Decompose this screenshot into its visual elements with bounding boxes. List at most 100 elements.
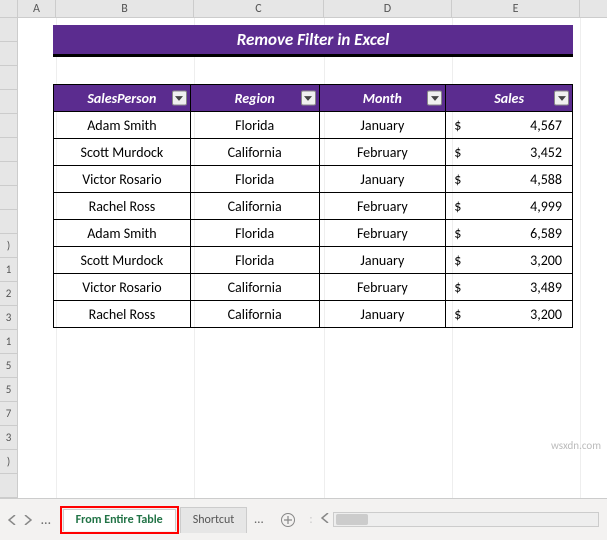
sales-table: SalesPerson Region Month <box>53 84 573 328</box>
col-month: Month <box>319 85 446 112</box>
filter-button[interactable] <box>172 91 187 106</box>
row-header[interactable]: 3 <box>0 426 18 450</box>
watermark: wsxdn.com <box>551 439 601 452</box>
cell-month[interactable]: February <box>319 220 446 247</box>
cell-region[interactable]: California <box>190 274 319 301</box>
row-header[interactable]: 5 <box>0 354 18 378</box>
cell-sales[interactable]: $4,567 <box>446 112 573 139</box>
row-header[interactable] <box>0 210 18 234</box>
sheet-tab-active[interactable]: From Entire Table <box>63 509 176 531</box>
row-header[interactable] <box>0 162 18 186</box>
sheet-tabs-bar: … From Entire Table Shortcut … : <box>0 498 607 540</box>
row-header[interactable] <box>0 42 18 66</box>
cell-sales[interactable]: $6,589 <box>446 220 573 247</box>
chevron-left-icon <box>321 513 329 523</box>
add-sheet-button[interactable] <box>275 512 301 528</box>
sheet-nav-prev[interactable] <box>6 513 18 527</box>
scrollbar-thumb[interactable] <box>336 514 368 525</box>
row-header[interactable]: 5 <box>0 378 18 402</box>
table-row: Adam SmithFloridaJanuary$4,567 <box>54 112 573 139</box>
row-header[interactable]: ) <box>0 450 18 474</box>
cell-person[interactable]: Victor Rosario <box>54 166 191 193</box>
cell-person[interactable]: Scott Murdock <box>54 247 191 274</box>
cell-sales[interactable]: $4,588 <box>446 166 573 193</box>
horizontal-scrollbar[interactable] <box>333 512 599 527</box>
cell-person[interactable]: Victor Rosario <box>54 274 191 301</box>
cell-sales[interactable]: $3,200 <box>446 301 573 328</box>
row-header[interactable] <box>0 138 18 162</box>
cell-region[interactable]: Florida <box>190 112 319 139</box>
col-header-d[interactable]: D <box>324 0 452 17</box>
cell-month[interactable]: February <box>319 193 446 220</box>
col-sales-label: Sales <box>494 90 524 107</box>
sheet-tab[interactable]: Shortcut <box>180 507 248 533</box>
row-header[interactable] <box>0 66 18 90</box>
row-header[interactable]: 3 <box>0 306 18 330</box>
select-all-cell[interactable] <box>0 0 18 17</box>
cell-person[interactable]: Rachel Ross <box>54 301 191 328</box>
cells-grid[interactable]: Remove Filter in Excel SalesPerson Regio… <box>18 18 607 498</box>
filter-button[interactable] <box>554 91 569 106</box>
filter-button[interactable] <box>301 91 316 106</box>
cell-month[interactable]: January <box>319 301 446 328</box>
row-header[interactable]: 2 <box>0 282 18 306</box>
cell-month[interactable]: February <box>319 139 446 166</box>
cell-region[interactable]: Florida <box>190 220 319 247</box>
page-title: Remove Filter in Excel <box>53 25 573 57</box>
table-row: Rachel RossCaliforniaFebruary$4,999 <box>54 193 573 220</box>
title-text: Remove Filter in Excel <box>237 29 390 50</box>
cell-region[interactable]: California <box>190 139 319 166</box>
col-sales: Sales <box>446 85 573 112</box>
cell-person[interactable]: Rachel Ross <box>54 193 191 220</box>
cell-person[interactable]: Scott Murdock <box>54 139 191 166</box>
chevron-left-icon <box>8 515 16 525</box>
col-header-c[interactable]: C <box>194 0 324 17</box>
col-person-label: SalesPerson <box>87 90 156 107</box>
col-person: SalesPerson <box>54 85 191 112</box>
sheet-nav-next[interactable] <box>22 513 34 527</box>
cell-region[interactable]: California <box>190 301 319 328</box>
cell-month[interactable]: January <box>319 112 446 139</box>
cell-person[interactable]: Adam Smith <box>54 220 191 247</box>
column-headers: A B C D E <box>0 0 607 18</box>
table-header-row: SalesPerson Region Month <box>54 85 573 112</box>
cell-month[interactable]: February <box>319 274 446 301</box>
row-header[interactable] <box>0 474 18 498</box>
row-header[interactable] <box>0 114 18 138</box>
table-row: Scott MurdockCaliforniaFebruary$3,452 <box>54 139 573 166</box>
col-header-b[interactable]: B <box>56 0 194 17</box>
row-headers: ) 1 2 3 1 5 5 7 3 ) <box>0 18 18 498</box>
filter-button[interactable] <box>427 91 442 106</box>
col-header-a[interactable]: A <box>18 0 56 17</box>
cell-month[interactable]: January <box>319 247 446 274</box>
sheet-more[interactable]: … <box>248 512 269 527</box>
cell-region[interactable]: Florida <box>190 247 319 274</box>
scroll-left[interactable] <box>321 512 329 527</box>
row-header[interactable]: 1 <box>0 258 18 282</box>
row-header[interactable] <box>0 186 18 210</box>
cell-sales[interactable]: $3,489 <box>446 274 573 301</box>
table-row: Scott MurdockFloridaJanuary$3,200 <box>54 247 573 274</box>
cell-region[interactable]: California <box>190 193 319 220</box>
cell-region[interactable]: Florida <box>190 166 319 193</box>
table-row: Adam SmithFloridaFebruary$6,589 <box>54 220 573 247</box>
sheet-nav: … <box>0 511 60 528</box>
cell-sales[interactable]: $3,452 <box>446 139 573 166</box>
row-header[interactable] <box>0 18 18 42</box>
table-row: Victor RosarioCaliforniaFebruary$3,489 <box>54 274 573 301</box>
chevron-down-icon <box>558 95 566 101</box>
row-header[interactable]: ) <box>0 234 18 258</box>
col-region-label: Region <box>235 90 275 107</box>
other-tabs: Shortcut <box>179 506 249 534</box>
cell-sales[interactable]: $3,200 <box>446 247 573 274</box>
row-header[interactable] <box>0 90 18 114</box>
row-header[interactable]: 1 <box>0 330 18 354</box>
cell-month[interactable]: January <box>319 166 446 193</box>
col-header-e[interactable]: E <box>452 0 580 17</box>
row-header[interactable]: 7 <box>0 402 18 426</box>
cell-person[interactable]: Adam Smith <box>54 112 191 139</box>
chevron-down-icon <box>431 95 439 101</box>
cell-sales[interactable]: $4,999 <box>446 193 573 220</box>
sheet-nav-more[interactable]: … <box>38 511 54 528</box>
chevron-right-icon <box>24 515 32 525</box>
